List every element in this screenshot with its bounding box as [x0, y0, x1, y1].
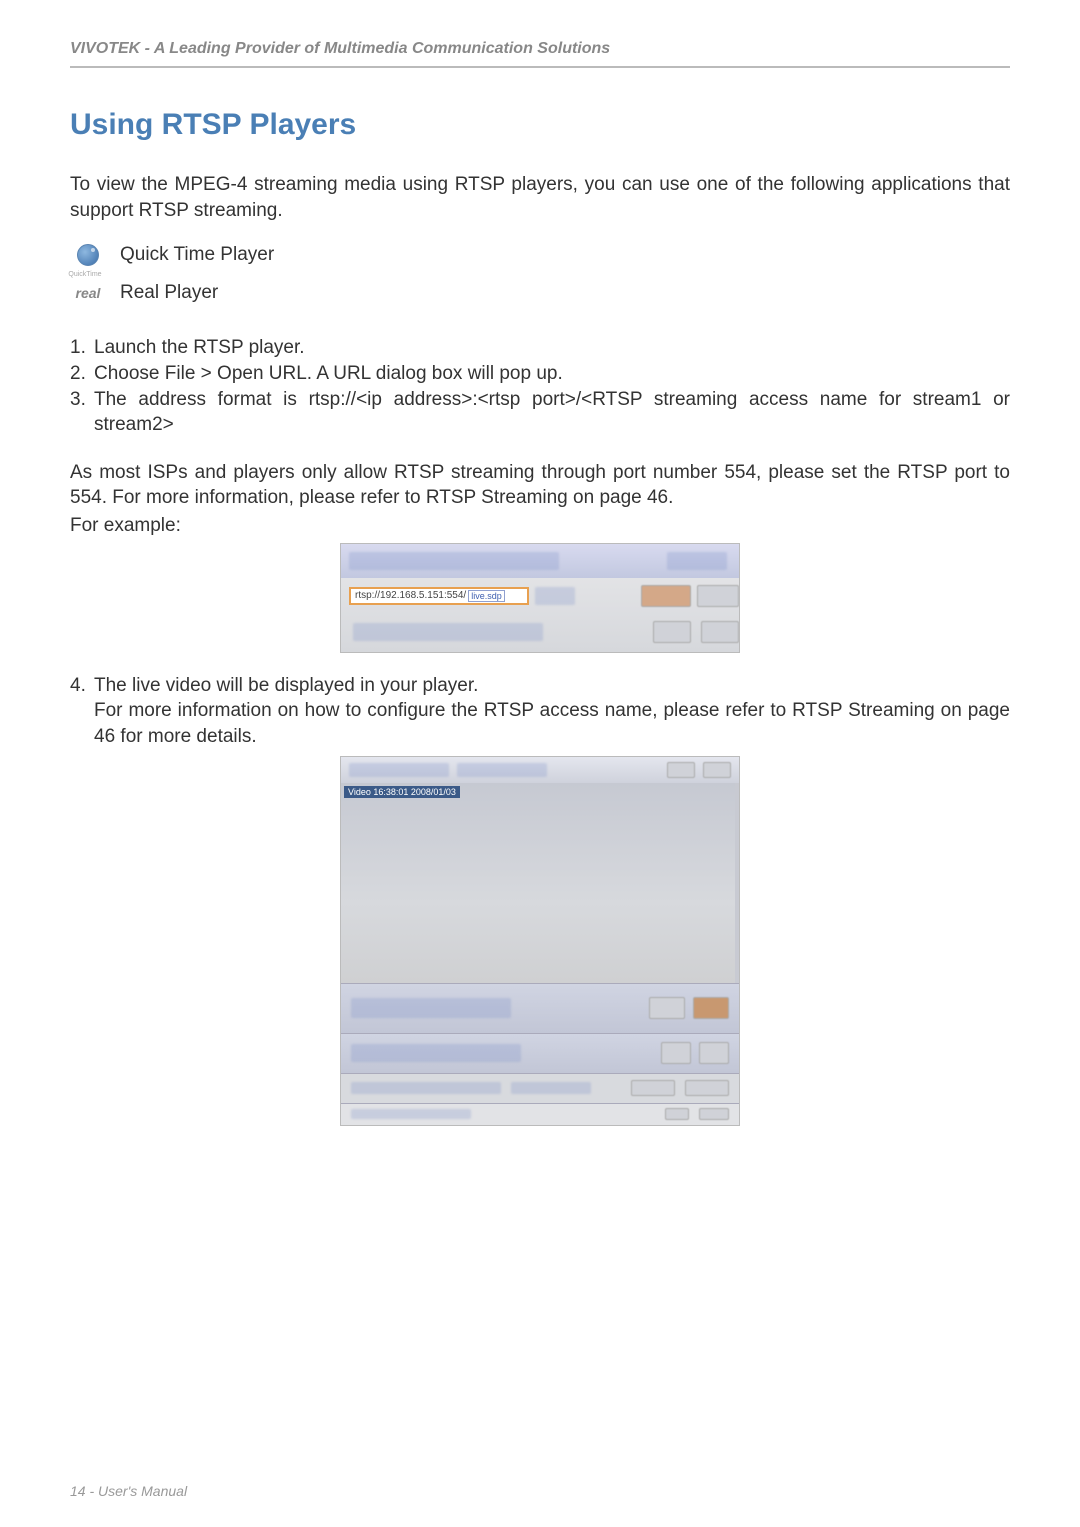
player-statusbar-button[interactable] [699, 1108, 729, 1120]
video-area: Video 16:38:01 2008/01/03 [341, 783, 739, 983]
step-1-text: Launch the RTSP player. [94, 335, 1010, 361]
player-list: QuickTime Quick Time Player real Real Pl… [74, 241, 1010, 307]
player-transport-blur [351, 998, 511, 1018]
dialog-bottom-blur [353, 623, 543, 641]
dialog-control-blur [535, 587, 575, 605]
step-2-text: Choose File > Open URL. A URL dialog box… [94, 361, 1010, 387]
player-seek-blur [351, 1044, 521, 1062]
player-item-quicktime: QuickTime Quick Time Player [74, 241, 1010, 269]
step-3-text: The address format is rtsp://<ip address… [94, 387, 1010, 438]
player-toolbar-blur [457, 763, 547, 777]
player-mute-button[interactable] [699, 1042, 729, 1064]
section-title: Using RTSP Players [70, 108, 1010, 142]
player-control-button-2[interactable] [693, 997, 729, 1019]
realplayer-icon: real [74, 279, 102, 307]
header-text: VIVOTEK - A Leading Provider of Multimed… [70, 40, 610, 57]
header-bar: VIVOTEK - A Leading Provider of Multimed… [70, 40, 1010, 68]
player-statusbar-blur [351, 1109, 471, 1119]
quicktime-label: Quick Time Player [120, 244, 274, 266]
video-timestamp-overlay: Video 16:38:01 2008/01/03 [344, 786, 460, 798]
player-control-button-1[interactable] [649, 997, 685, 1019]
url-dialog-screenshot: rtsp://192.168.5.151:554/live.sdp [340, 543, 740, 653]
steps-list: 1. Launch the RTSP player. 2. Choose Fil… [70, 335, 1010, 438]
player-item-real: real Real Player [74, 279, 1010, 307]
note-paragraph: As most ISPs and players only allow RTSP… [70, 460, 1010, 511]
player-status-blur-1 [351, 1082, 501, 1094]
player-status-blur-2 [511, 1082, 591, 1094]
url-input-highlight: live.sdp [468, 590, 505, 602]
player-window-button-1[interactable] [667, 762, 695, 778]
player-window-button-2[interactable] [703, 762, 731, 778]
page-footer: 14 - User's Manual [70, 1483, 187, 1499]
step-4-text-a: The live video will be displayed in your… [94, 673, 1010, 699]
url-input-prefix: rtsp://192.168.5.151:554/ [355, 590, 466, 601]
step-4-text-b: For more information on how to configure… [94, 698, 1010, 749]
step-4: 4. The live video will be displayed in y… [70, 673, 1010, 750]
step-1: 1. Launch the RTSP player. [70, 335, 1010, 361]
dialog-bottom-button-2[interactable] [701, 621, 739, 643]
dialog-button-blur [667, 552, 727, 570]
dialog-ok-button[interactable] [641, 585, 691, 607]
dialog-bottom-button-1[interactable] [653, 621, 691, 643]
player-volume-button[interactable] [661, 1042, 691, 1064]
url-input-field[interactable]: rtsp://192.168.5.151:554/live.sdp [349, 587, 529, 605]
player-resize-grip[interactable] [665, 1108, 689, 1120]
player-footer-button-2[interactable] [685, 1080, 729, 1096]
step-3: 3. The address format is rtsp://<ip addr… [70, 387, 1010, 438]
for-example-label: For example: [70, 513, 1010, 539]
realplayer-label: Real Player [120, 282, 218, 304]
step-2: 2. Choose File > Open URL. A URL dialog … [70, 361, 1010, 387]
dialog-title-blur [349, 552, 559, 570]
player-window-screenshot: Video 16:38:01 2008/01/03 [340, 756, 740, 1126]
dialog-cancel-button[interactable] [697, 585, 739, 607]
player-footer-button-1[interactable] [631, 1080, 675, 1096]
intro-paragraph: To view the MPEG-4 streaming media using… [70, 172, 1010, 223]
quicktime-icon: QuickTime [74, 241, 102, 269]
player-menu-blur [349, 763, 449, 777]
